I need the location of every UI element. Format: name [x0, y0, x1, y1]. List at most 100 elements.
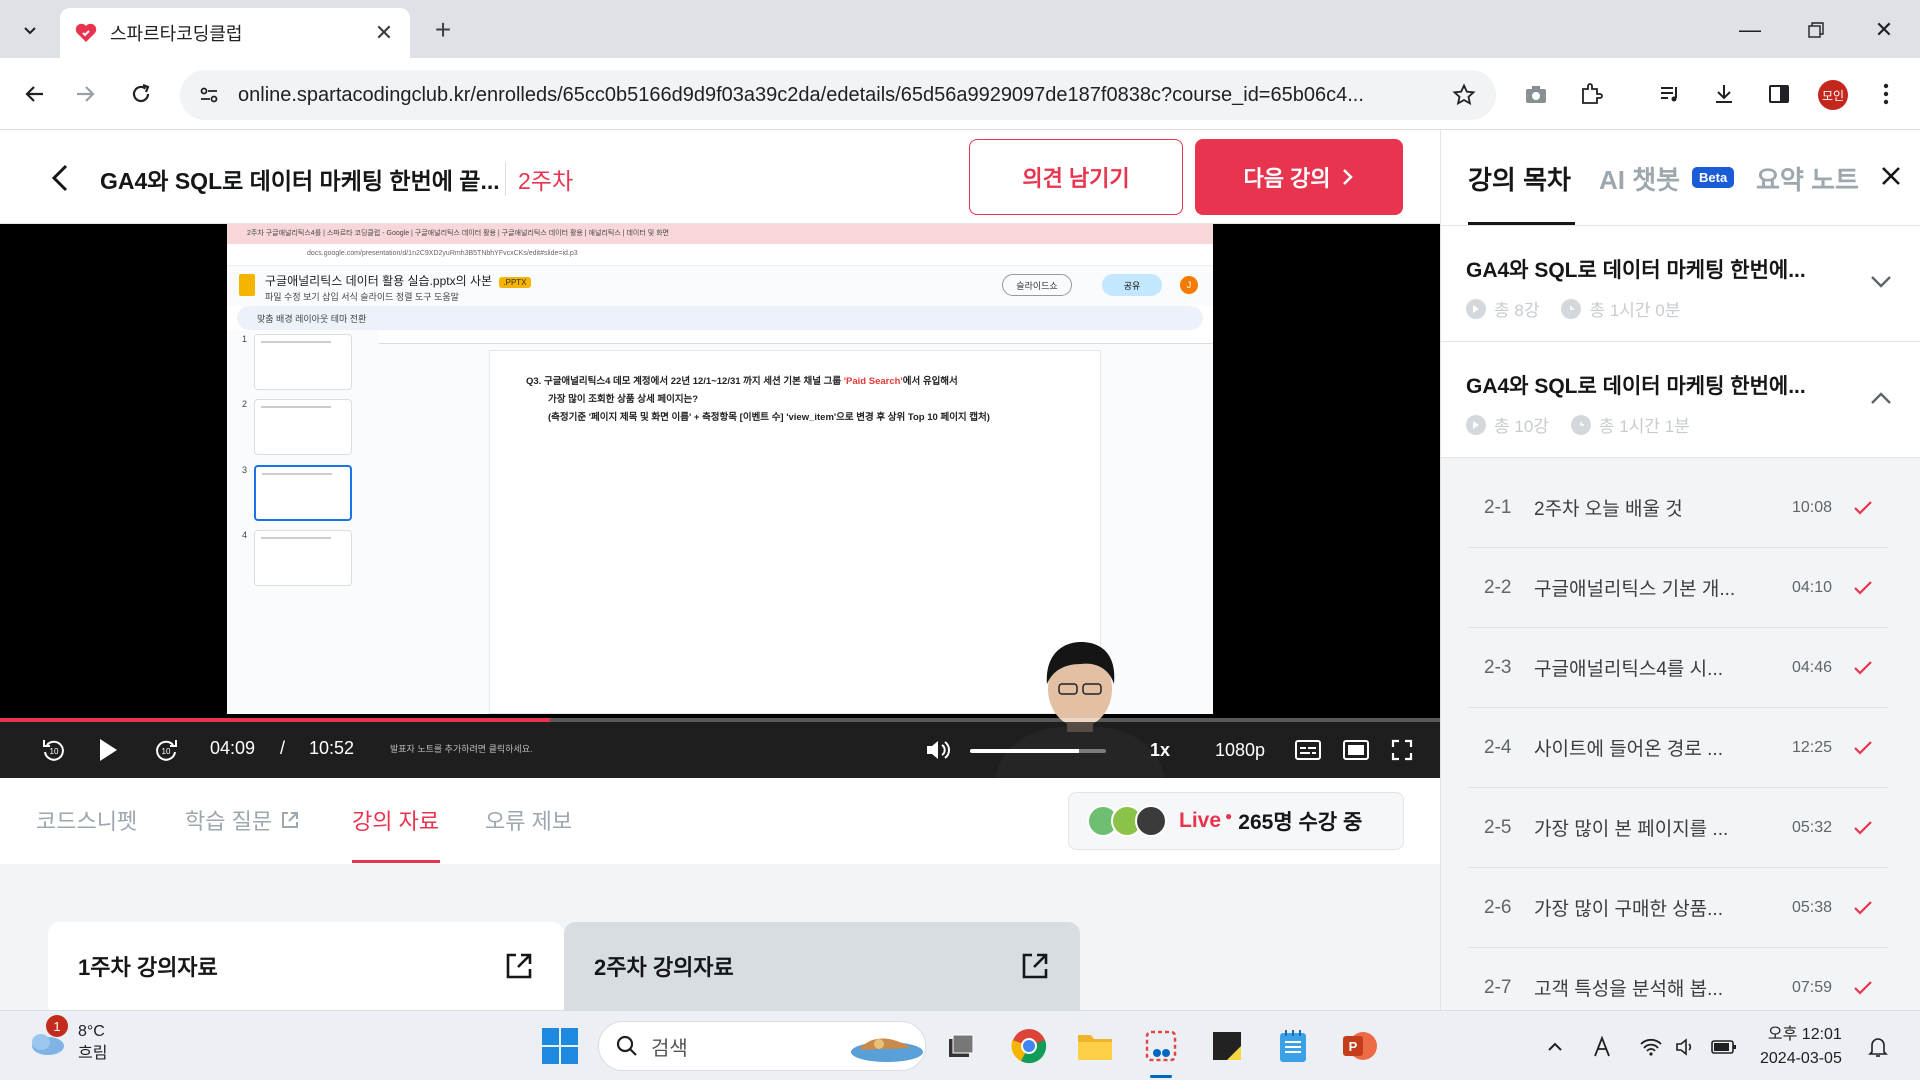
- forward-10-icon[interactable]: 10: [148, 732, 184, 768]
- slide-thumbnail-active: [254, 465, 352, 521]
- slide-thumbnail: [254, 399, 352, 455]
- open-external-icon: [506, 953, 532, 979]
- playback-speed[interactable]: 1x: [1140, 732, 1180, 768]
- slide-thumbnail: [254, 530, 352, 586]
- live-count: 265명 수강 중: [1238, 811, 1363, 834]
- tab-summary-note[interactable]: 요약 노트: [1756, 160, 1859, 197]
- speaker-icon[interactable]: [1672, 1033, 1700, 1061]
- back-chevron-icon[interactable]: [40, 158, 80, 198]
- tab-code-snippet[interactable]: 코드스니펫: [36, 804, 137, 836]
- tab-error-report[interactable]: 오류 제보: [485, 804, 572, 836]
- week-section-expanded[interactable]: GA4와 SQL로 데이터 마케팅 한번에... 총 10강 총 1시간 1분: [1441, 342, 1920, 458]
- material-card-selected[interactable]: 2주차 강의자료: [564, 922, 1080, 1010]
- side-panel-icon[interactable]: [1759, 74, 1799, 114]
- lesson-item[interactable]: 2-6 가장 많이 구매한 상품... 05:38: [1468, 868, 1888, 948]
- notification-bell-icon[interactable]: [1864, 1033, 1892, 1061]
- extensions-icon[interactable]: [1571, 74, 1611, 114]
- thumb-number: 2: [242, 399, 248, 409]
- camera-icon[interactable]: [1516, 74, 1556, 114]
- chevron-up-icon[interactable]: [1863, 380, 1899, 416]
- week-meta: 총 8강 총 1시간 0분: [1466, 296, 1680, 321]
- lesson-item[interactable]: 2-7 고객 특성을 분석해 봅... 07:59: [1468, 948, 1888, 1010]
- windows-start-icon[interactable]: [541, 1027, 579, 1065]
- question-prefix: Q3. 구글애널리틱스4 데모 계정에서 22년 12/1~12/31 까지 세…: [526, 376, 844, 387]
- powerpoint-icon[interactable]: P: [1338, 1025, 1380, 1067]
- wifi-icon[interactable]: [1637, 1033, 1665, 1061]
- rewind-10-icon[interactable]: 10: [36, 732, 72, 768]
- weather-temp: 8°C: [78, 1023, 105, 1040]
- live-label: Live: [1179, 809, 1222, 832]
- forward-icon[interactable]: [66, 74, 106, 114]
- address-bar[interactable]: online.spartacodingclub.kr/enrolleds/65c…: [180, 70, 1496, 120]
- quality-selector[interactable]: 1080p: [1210, 732, 1270, 768]
- lesson-list: 2-1 2주차 오늘 배울 것 10:08 2-2 구글애널리틱스 기본 개..…: [1441, 458, 1920, 1010]
- volume-icon[interactable]: [920, 732, 956, 768]
- minimize-icon[interactable]: —: [1728, 12, 1772, 48]
- tab-lecture-materials[interactable]: 강의 자료: [352, 804, 439, 836]
- lesson-item[interactable]: 2-1 2주차 오늘 배울 것 10:08: [1468, 468, 1888, 548]
- slides-doc-bar: 구글애널리틱스 데이터 활용 실습.pptx의 사본 .PPTX 파일 수정 보…: [227, 266, 1213, 306]
- weather-widget[interactable]: 1 8°C 흐림: [26, 1015, 107, 1065]
- material-card[interactable]: 1주차 강의자료: [48, 922, 564, 1010]
- tab-label: 강의 자료: [352, 809, 440, 834]
- feedback-button[interactable]: 의견 남기기: [969, 139, 1183, 215]
- active-tab-underline: [352, 860, 440, 863]
- volume-slider[interactable]: [970, 749, 1106, 753]
- slideshow-button: 슬라이드쇼: [1002, 274, 1072, 296]
- chevron-down-icon[interactable]: [1863, 264, 1899, 300]
- close-panel-icon[interactable]: [1873, 158, 1909, 194]
- week-section[interactable]: GA4와 SQL로 데이터 마케팅 한번에... 총 8강 총 1시간 0분: [1441, 226, 1920, 342]
- snipping-tool-icon[interactable]: [1140, 1025, 1182, 1067]
- restore-icon[interactable]: [1794, 12, 1838, 48]
- speaker-notes-hint: 발표자 노트를 추가하려면 클릭하세요.: [390, 744, 533, 754]
- chevron-up-icon[interactable]: [1541, 1033, 1569, 1061]
- close-window-icon[interactable]: ✕: [1862, 12, 1906, 48]
- tab-label: 오류 제보: [485, 809, 573, 834]
- lesson-item[interactable]: 2-3 구글애널리틱스4를 시... 04:46: [1468, 628, 1888, 708]
- question-highlight: 'Paid Search': [843, 376, 903, 387]
- ime-icon[interactable]: [1588, 1033, 1616, 1061]
- course-side-panel: 강의 목차 AI 챗봇 Beta 요약 노트 GA4와 SQL로 데이터 마케팅…: [1440, 130, 1920, 1010]
- video-player[interactable]: 2주차 구글애널리틱스4를 | 스파르타 코딩클럽 - Google | 구글애…: [0, 224, 1440, 778]
- tab-label: 학습 질문: [185, 809, 273, 834]
- captions-icon[interactable]: [1290, 732, 1326, 768]
- browser-tab-active[interactable]: 스파르타코딩클럽 ✕: [60, 8, 410, 58]
- chrome-menu-icon[interactable]: [1866, 74, 1906, 114]
- thumb-number: 1: [242, 334, 248, 344]
- site-settings-icon[interactable]: [194, 80, 224, 110]
- tab-table-of-contents[interactable]: 강의 목차: [1468, 160, 1571, 197]
- material-title: 1주차 강의자료: [78, 955, 218, 980]
- clock-icon: [1561, 298, 1582, 319]
- profile-avatar[interactable]: 모인: [1818, 80, 1848, 110]
- back-icon[interactable]: [14, 74, 54, 114]
- battery-icon[interactable]: [1710, 1033, 1738, 1061]
- notepad-icon[interactable]: [1272, 1025, 1314, 1067]
- lesson-item[interactable]: 2-2 구글애널리틱스 기본 개... 04:10: [1468, 548, 1888, 628]
- new-tab-button[interactable]: +: [425, 12, 461, 48]
- download-icon[interactable]: [1704, 74, 1744, 114]
- taskbar-search[interactable]: 검색: [598, 1021, 926, 1071]
- bookmark-star-icon[interactable]: [1444, 75, 1484, 115]
- tab-list-dropdown-icon[interactable]: [10, 12, 50, 48]
- file-explorer-icon[interactable]: [1074, 1025, 1116, 1067]
- sticky-notes-icon[interactable]: [1206, 1025, 1248, 1067]
- current-time: 04:09: [210, 738, 256, 758]
- tab-ai-chatbot[interactable]: AI 챗봇: [1599, 160, 1680, 197]
- lesson-item[interactable]: 2-4 사이트에 들어온 경로 ... 12:25: [1468, 708, 1888, 788]
- chrome-app-icon[interactable]: [1008, 1025, 1050, 1067]
- media-control-icon[interactable]: [1650, 74, 1690, 114]
- lesson-item[interactable]: 2-5 가장 많이 본 페이지를 ... 05:32: [1468, 788, 1888, 868]
- system-clock[interactable]: 오후 12:01 2024-03-05: [1760, 1023, 1842, 1071]
- reload-icon[interactable]: [121, 74, 161, 114]
- slides-doc-title: 구글애널리틱스 데이터 활용 실습.pptx의 사본 .PPTX: [265, 272, 531, 289]
- tab-learning-question[interactable]: 학습 질문: [185, 804, 300, 836]
- play-icon[interactable]: [90, 732, 126, 768]
- browser-tab-strip: 스파르타코딩클럽 ✕ + — ✕: [0, 0, 1920, 58]
- tab-close-icon[interactable]: ✕: [372, 20, 396, 46]
- total-duration: 총 1시간 0분: [1589, 301, 1681, 320]
- next-lecture-button[interactable]: 다음 강의: [1195, 139, 1403, 215]
- external-link-icon: [282, 812, 299, 828]
- fullscreen-icon[interactable]: [1384, 732, 1420, 768]
- theater-mode-icon[interactable]: [1338, 732, 1374, 768]
- task-view-icon[interactable]: [940, 1025, 982, 1067]
